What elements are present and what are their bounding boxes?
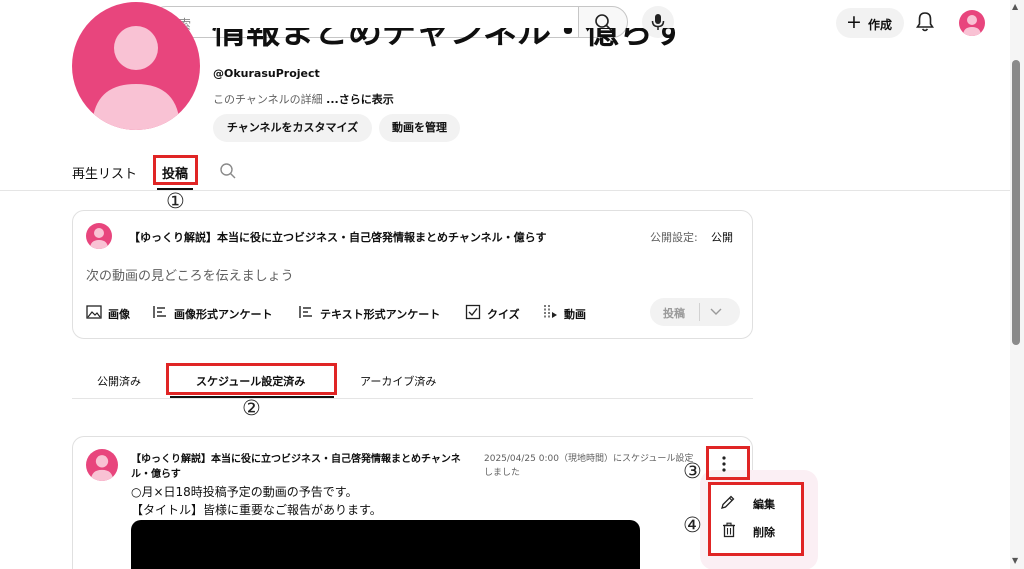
menu-item-edit-label: 編集 [753, 498, 775, 511]
channel-handle: @OkurasuProject [213, 67, 320, 80]
post-channel-name-line1: 【ゆっくり解説】本当に役に立つビジネス・自己啓発情報まとめチャンネ [131, 454, 461, 465]
customize-channel-button[interactable]: チャンネルをカスタマイズ [213, 114, 372, 142]
default-avatar-icon [90, 455, 114, 481]
tool-image-label: 画像 [108, 308, 130, 321]
account-avatar[interactable] [959, 10, 985, 36]
image-poll-icon [153, 306, 166, 318]
chevron-down-icon[interactable] [710, 307, 722, 317]
post-submit-label: 投稿 [663, 307, 685, 320]
split-divider [699, 303, 700, 321]
trash-icon [723, 522, 735, 538]
schedule-info-line1: 2025/04/25 0:00（現地時間）にスケジュール設定 [484, 454, 694, 464]
annotation-marker-3: ③ [683, 459, 702, 483]
more-vert-icon[interactable] [719, 455, 729, 473]
tool-image-poll-label: 画像形式アンケート [174, 308, 273, 321]
channel-description-text: このチャンネルの詳細 [213, 93, 323, 106]
default-avatar-icon [963, 15, 981, 36]
create-button[interactable]: + 作成 [836, 8, 904, 38]
menu-item-edit[interactable]: 編集 [720, 494, 796, 514]
highlight-box-posts-tab [153, 155, 198, 185]
tool-video-label: 動画 [564, 308, 586, 321]
composer-text-input[interactable]: 次の動画の見どころを伝えましょう [86, 265, 294, 284]
plus-icon: + [846, 11, 862, 33]
subtabs-divider [72, 398, 753, 399]
menu-item-delete[interactable]: 削除 [720, 522, 796, 542]
subtab-archived[interactable]: アーカイブ済み [360, 373, 436, 389]
manage-videos-button[interactable]: 動画を管理 [379, 114, 460, 142]
tool-text-poll-label: テキスト形式アンケート [320, 308, 441, 321]
scroll-down-arrow-icon[interactable]: ▼ [1012, 556, 1018, 565]
highlight-box-scheduled-tab [166, 363, 337, 395]
default-avatar-icon [92, 26, 180, 130]
post-body-line1: ○月×日18時投稿予定の動画の予告です。 [131, 485, 358, 499]
visibility-value[interactable]: 公開 [711, 229, 733, 245]
subtab-published[interactable]: 公開済み [97, 373, 141, 389]
tabs-divider [0, 190, 1010, 191]
notifications-bell-icon[interactable] [912, 9, 938, 35]
scroll-up-arrow-icon[interactable]: ▲ [1012, 2, 1018, 11]
show-more-link[interactable]: ...さらに表示 [326, 93, 394, 106]
channel-avatar [72, 2, 200, 130]
post-submit-button[interactable]: 投稿 [650, 298, 740, 326]
create-label: 作成 [868, 18, 893, 32]
post-video-thumbnail[interactable] [131, 520, 640, 569]
checkbox-quiz-icon [465, 304, 481, 320]
channel-search-icon[interactable] [219, 162, 237, 180]
channel-description: このチャンネルの詳細 ...さらに表示 [213, 91, 394, 107]
post-channel-name-line2: ル・億らす [131, 469, 181, 480]
post-author-avatar [86, 449, 118, 481]
schedule-info-line2: しました [484, 468, 521, 478]
post-body-line2: 【タイトル】皆様に重要なご報告があります。 [131, 503, 382, 517]
video-icon [544, 305, 557, 319]
menu-item-delete-label: 削除 [753, 526, 775, 539]
tab-playlists[interactable]: 再生リスト [72, 163, 137, 182]
default-avatar-icon [90, 228, 108, 249]
visibility-label: 公開設定: [650, 231, 698, 244]
composer-channel-name: 【ゆっくり解説】本当に役に立つビジネス・自己啓発情報まとめチャンネル・億らす [129, 231, 547, 244]
image-icon [86, 305, 102, 319]
annotation-marker-2: ② [242, 396, 261, 420]
annotation-marker-4: ④ [683, 513, 702, 537]
tool-quiz-label: クイズ [487, 308, 520, 321]
scrollbar-thumb[interactable] [1012, 60, 1020, 345]
composer-avatar [86, 223, 112, 249]
pencil-icon [721, 495, 735, 509]
text-poll-icon [299, 306, 312, 318]
